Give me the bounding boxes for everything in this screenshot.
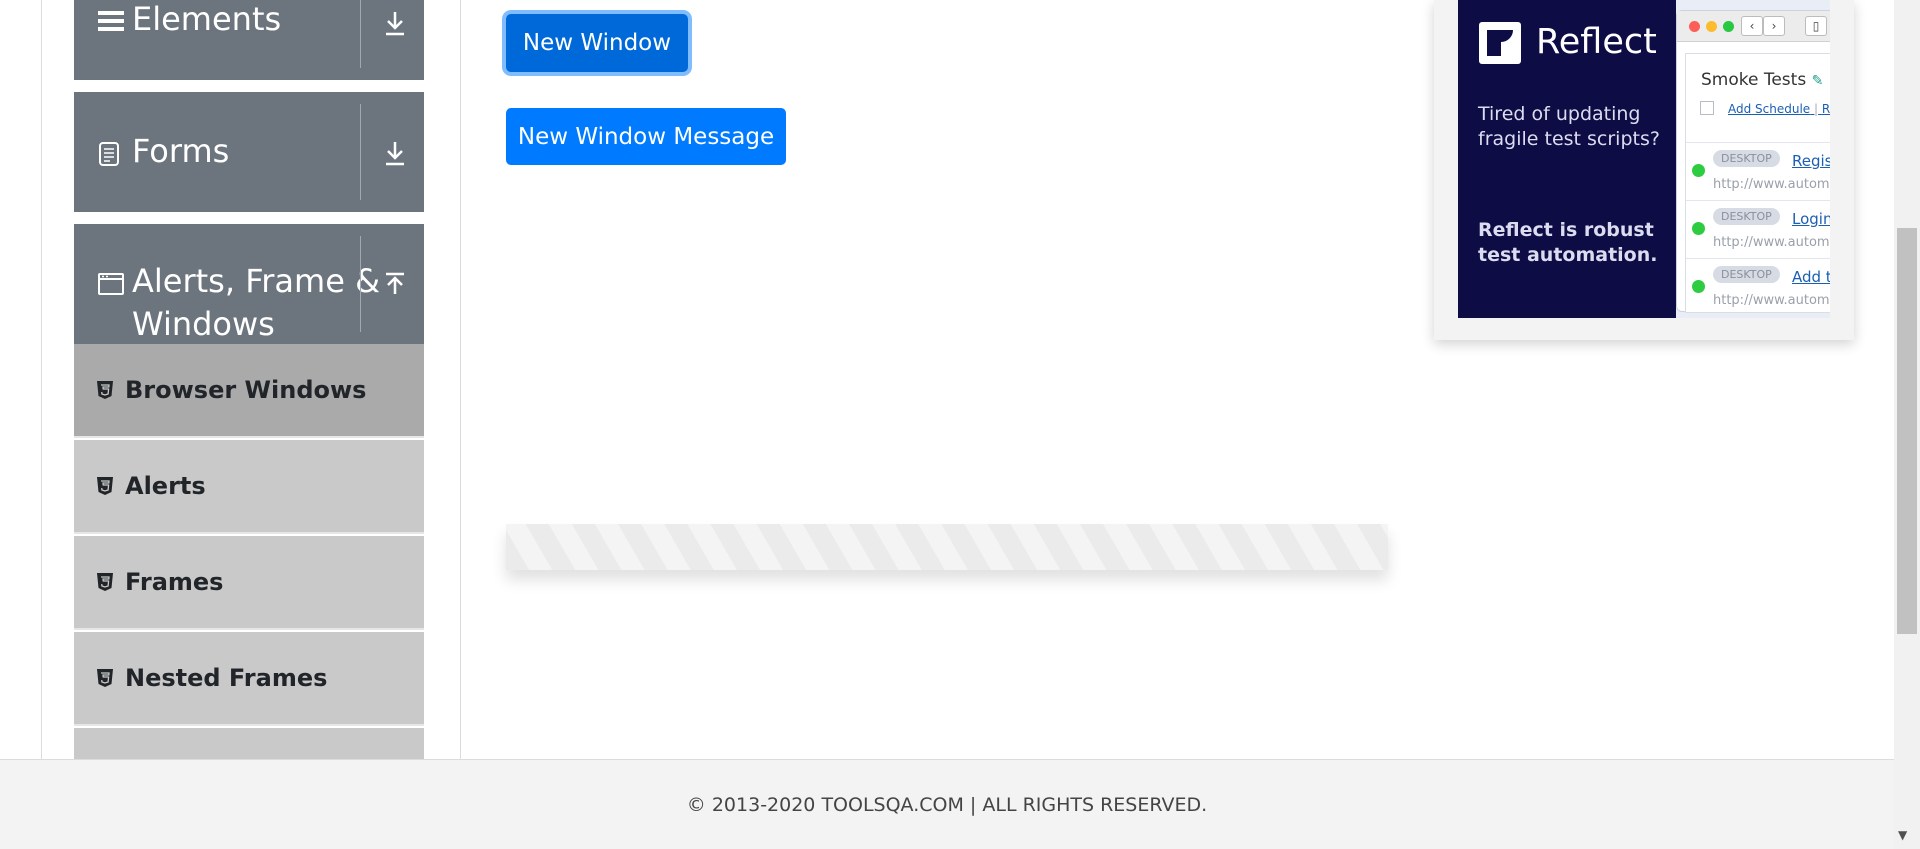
ad-browser-mockup: ‹ › ▯ Smoke Tests ✎ Add Schedule | Ru DE… xyxy=(1676,10,1830,313)
status-dot-icon xyxy=(1692,164,1705,177)
ad-browser-toolbar: ‹ › ▯ xyxy=(1677,11,1830,42)
sidebar-group-elements[interactable]: Elements xyxy=(74,0,424,80)
test-link: Login xyxy=(1792,210,1830,228)
ad-schedule-links: Add Schedule | Ru xyxy=(1728,102,1830,116)
sidebar-group-alerts-frame-windows[interactable]: Alerts, Frame & Windows xyxy=(74,224,424,344)
download-arrow-icon[interactable] xyxy=(380,8,410,38)
sidebar-item-label: Frames xyxy=(125,568,224,596)
forward-icon: › xyxy=(1763,16,1785,36)
status-dot-icon xyxy=(1692,222,1705,235)
platform-badge: DESKTOP xyxy=(1713,208,1780,225)
content-divider xyxy=(460,0,461,759)
ad-left-panel: Reflect Tired of updating fragile test s… xyxy=(1458,0,1676,318)
minimize-dot-icon xyxy=(1706,21,1717,32)
scrollbar-thumb[interactable] xyxy=(1897,228,1917,634)
sidebar-group-forms[interactable]: Forms xyxy=(74,92,424,212)
download-arrow-icon[interactable] xyxy=(380,138,410,168)
divider xyxy=(360,0,361,68)
divider xyxy=(1686,258,1830,259)
back-icon: ‹ xyxy=(1741,16,1763,36)
scroll-down-arrow-icon[interactable]: ▼ xyxy=(1898,828,1907,842)
sidebar-item-frames[interactable]: Frames xyxy=(74,536,424,630)
test-url: http://www.automat xyxy=(1713,293,1830,308)
close-dot-icon xyxy=(1689,21,1700,32)
sidebar-item-label: Nested Frames xyxy=(125,664,328,692)
ad-test-panel: Smoke Tests ✎ Add Schedule | Ru DESKTOP … xyxy=(1685,53,1830,313)
ad-tagline: Tired of updating fragile test scripts? xyxy=(1478,103,1660,150)
ad-screenshot: ‹ › ▯ Smoke Tests ✎ Add Schedule | Ru DE… xyxy=(1676,0,1830,318)
platform-badge: DESKTOP xyxy=(1713,266,1780,283)
sidebar-toggle-icon: ▯ xyxy=(1805,16,1827,36)
divider xyxy=(1686,200,1830,201)
reflect-logo-icon xyxy=(1479,22,1521,64)
divider xyxy=(360,104,361,200)
sidebar-item-nested-frames[interactable]: Nested Frames xyxy=(74,632,424,726)
divider xyxy=(360,236,361,332)
html5-icon xyxy=(97,573,113,591)
sidebar-item-label: Browser Windows xyxy=(125,376,367,404)
ad-test-row: DESKTOP Add to http://www.automat xyxy=(1686,260,1830,316)
status-dot-icon xyxy=(1692,280,1705,293)
upload-arrow-icon[interactable] xyxy=(380,270,410,300)
html5-icon xyxy=(97,477,113,495)
new-window-message-button[interactable]: New Window Message xyxy=(506,108,786,165)
test-link: Add to xyxy=(1792,268,1830,286)
sidebar-item-browser-windows[interactable]: Browser Windows xyxy=(74,344,424,438)
maximize-dot-icon xyxy=(1723,21,1734,32)
new-window-button[interactable]: New Window xyxy=(506,14,688,72)
ad-test-row: DESKTOP Login http://www.automat xyxy=(1686,202,1830,258)
ad-brand: Reflect xyxy=(1536,22,1657,62)
test-link: Registr xyxy=(1792,152,1830,170)
ad-banner-placeholder xyxy=(506,524,1388,570)
sidebar-group-label: Windows xyxy=(132,305,275,343)
html5-icon xyxy=(97,669,113,687)
test-url: http://www.automat xyxy=(1713,177,1830,192)
footer-copyright: © 2013-2020 TOOLSQA.COM | ALL RIGHTS RES… xyxy=(686,794,1208,816)
sidebar-group-label: Elements xyxy=(132,0,282,38)
advertisement[interactable]: Reflect Tired of updating fragile test s… xyxy=(1434,0,1854,340)
sidebar-group-label: Forms xyxy=(132,132,230,170)
page-left-border xyxy=(41,0,42,759)
pencil-icon: ✎ xyxy=(1811,73,1824,89)
page-footer: © 2013-2020 TOOLSQA.COM | ALL RIGHTS RES… xyxy=(0,759,1894,849)
sidebar-item-alerts[interactable]: Alerts xyxy=(74,440,424,534)
sidebar-item-label: Alerts xyxy=(125,472,206,500)
window-icon xyxy=(98,273,124,295)
ad-pitch: Reflect is robust test automation. xyxy=(1478,219,1658,266)
document-icon xyxy=(99,142,119,166)
calendar-icon xyxy=(1700,101,1714,115)
platform-badge: DESKTOP xyxy=(1713,150,1780,167)
test-url: http://www.automat xyxy=(1713,235,1830,250)
hamburger-icon xyxy=(98,11,124,31)
ad-test-row: DESKTOP Registr http://www.automat xyxy=(1686,144,1830,200)
sidebar-group-label: Alerts, Frame & xyxy=(132,262,381,300)
divider xyxy=(1686,142,1830,143)
sidebar-item-partial[interactable] xyxy=(74,728,424,759)
html5-icon xyxy=(97,381,113,399)
ad-suite-title: Smoke Tests ✎ xyxy=(1701,70,1824,90)
